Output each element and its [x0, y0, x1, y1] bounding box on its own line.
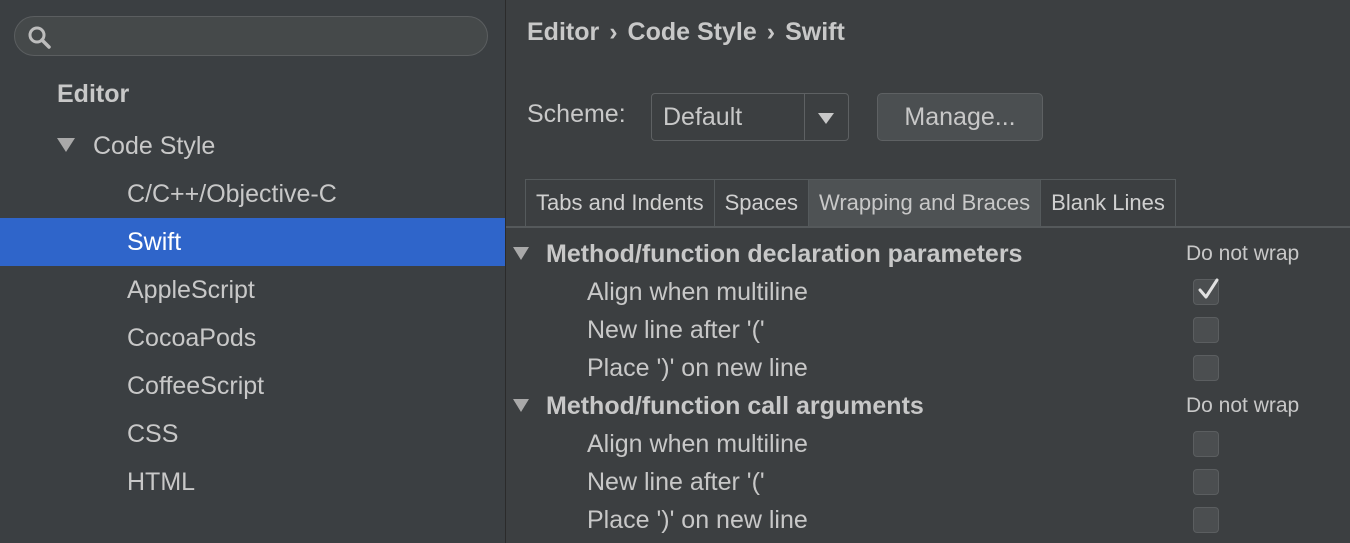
tree-item-label: CocoaPods [127, 324, 257, 352]
scheme-selected-value: Default [663, 103, 743, 131]
wrap-setting-value[interactable]: Do not wrap [1186, 387, 1299, 425]
tree-item-c-cpp-objc[interactable]: C/C++/Objective-C [0, 170, 505, 218]
dropdown-divider [804, 94, 805, 140]
align-multiline-checkbox[interactable] [1193, 431, 1219, 457]
chevron-down-icon[interactable] [818, 113, 834, 124]
option-label: Place ')' on new line [587, 354, 808, 382]
option-label: New line after '(' [587, 468, 765, 496]
manage-button[interactable]: Manage... [877, 93, 1043, 141]
tree-item-css[interactable]: CSS [0, 410, 505, 458]
option-label: Align when multiline [587, 278, 808, 306]
tree-item-label: CSS [127, 420, 179, 448]
new-line-after-paren-checkbox[interactable] [1193, 469, 1219, 495]
tree-item-label: Swift [127, 228, 182, 256]
breadcrumb-item: Editor [527, 18, 600, 46]
place-paren-new-line-checkbox[interactable] [1193, 507, 1219, 533]
collapse-arrow-icon[interactable] [513, 246, 529, 260]
option-label: Place ')' on new line [587, 506, 808, 534]
settings-main-panel: Editor › Code Style › Swift Scheme: Default … [506, 0, 1350, 543]
tab-tabs-and-indents[interactable]: Tabs and Indents [525, 179, 715, 226]
tab-divider [506, 226, 1350, 228]
breadcrumb-item: Swift [785, 18, 845, 46]
tree-item-label: CoffeeScript [127, 372, 265, 400]
place-paren-new-line-checkbox[interactable] [1193, 355, 1219, 381]
tab-wrapping-and-braces[interactable]: Wrapping and Braces [808, 179, 1042, 226]
scheme-dropdown[interactable]: Default [651, 93, 849, 141]
tree-item-swift[interactable]: Swift [0, 218, 505, 266]
tree-item-coffeescript[interactable]: CoffeeScript [0, 362, 505, 410]
scheme-label: Scheme: [527, 100, 626, 128]
tree-item-label: AppleScript [127, 276, 255, 304]
tree-item-label: HTML [127, 468, 196, 496]
align-multiline-checkbox[interactable] [1193, 278, 1219, 305]
tree-item-cocoapods[interactable]: CocoaPods [0, 314, 505, 362]
tree-item-editor[interactable]: Editor [0, 70, 505, 118]
collapse-arrow-icon[interactable] [513, 398, 529, 412]
breadcrumb: Editor › Code Style › Swift [527, 18, 845, 47]
checkmark-icon [1198, 278, 1219, 299]
tab-bar: Tabs and Indents Spaces Wrapping and Bra… [525, 179, 1176, 227]
group-header-call-arguments[interactable]: Method/function call arguments [513, 387, 924, 425]
group-title: Method/function declaration parameters [546, 240, 1023, 268]
tab-spaces[interactable]: Spaces [714, 179, 809, 226]
expand-arrow-icon[interactable] [57, 138, 75, 153]
settings-window: Editor Code Style C/C++/Objective-C Swif… [0, 0, 1350, 543]
option-label: Align when multiline [587, 430, 808, 458]
tab-blank-lines[interactable]: Blank Lines [1041, 179, 1176, 226]
wrap-setting-value[interactable]: Do not wrap [1186, 235, 1299, 273]
group-header-declaration-params[interactable]: Method/function declaration parameters [513, 235, 1022, 273]
search-icon [28, 26, 51, 49]
new-line-after-paren-checkbox[interactable] [1193, 317, 1219, 343]
breadcrumb-item: Code Style [627, 18, 757, 46]
breadcrumb-separator: › [766, 18, 776, 46]
search-input[interactable] [14, 16, 488, 56]
tree-item-label: Editor [57, 80, 130, 108]
group-title: Method/function call arguments [546, 392, 924, 420]
tree-item-applescript[interactable]: AppleScript [0, 266, 505, 314]
tree-item-label: C/C++/Objective-C [127, 180, 337, 208]
tree-item-code-style[interactable]: Code Style [0, 122, 505, 170]
breadcrumb-separator: › [609, 18, 618, 46]
settings-sidebar: Editor Code Style C/C++/Objective-C Swif… [0, 0, 506, 543]
tree-item-html[interactable]: HTML [0, 458, 505, 506]
option-label: New line after '(' [587, 316, 765, 344]
tree-item-label: Code Style [93, 132, 216, 160]
